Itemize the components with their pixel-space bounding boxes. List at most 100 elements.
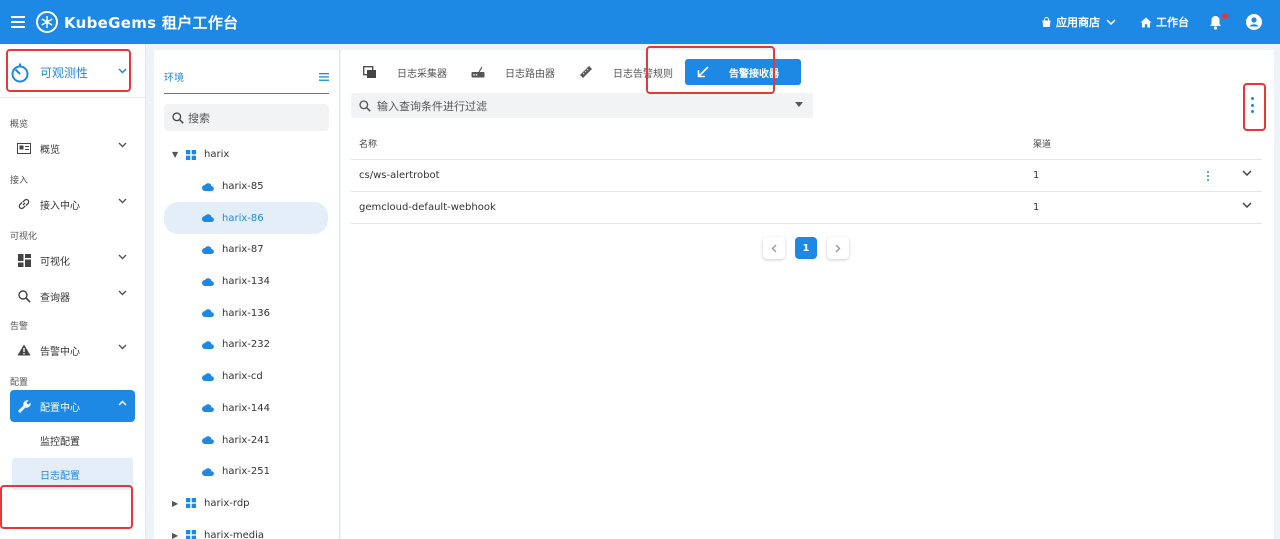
sidebar-item-overview[interactable]: 概览 xyxy=(0,132,145,164)
sidebar-item-label: 可视化 xyxy=(40,256,70,268)
chevron-down-icon xyxy=(118,142,127,148)
chevron-down-icon xyxy=(118,254,127,260)
cloud-icon xyxy=(202,246,214,254)
next-page-button[interactable] xyxy=(827,237,849,259)
tab-log-router[interactable]: 日志路由器 xyxy=(459,59,567,85)
caret-down-icon[interactable]: ▼ xyxy=(172,150,186,159)
env-search-input[interactable]: 搜索 xyxy=(164,104,329,131)
wrench-icon xyxy=(16,399,32,414)
tab-log-collector[interactable]: 日志采集器 xyxy=(351,59,459,85)
caret-down-icon xyxy=(795,102,803,107)
tree-item[interactable]: harix-251 xyxy=(164,456,328,488)
account-icon[interactable] xyxy=(1246,14,1266,30)
link-icon xyxy=(16,197,32,211)
cloud-icon xyxy=(202,372,214,381)
filter-placeholder: 输入查询条件进行过滤 xyxy=(377,99,487,113)
tree-item[interactable]: ▼ harix xyxy=(164,139,328,171)
cloud-icon xyxy=(202,277,214,286)
row-more-options-icon[interactable] xyxy=(1207,171,1211,181)
tab-label: 日志告警规则 xyxy=(613,68,673,80)
list-icon[interactable] xyxy=(319,72,329,81)
module-selector[interactable]: 可观测性 xyxy=(0,48,145,98)
tree-item[interactable]: harix-86 xyxy=(164,202,328,235)
table-header: 名称 渠道 xyxy=(351,128,1262,160)
group-label-visual: 可视化 xyxy=(10,232,38,242)
group-label-config: 配置 xyxy=(10,378,29,388)
tree-item[interactable]: harix-134 xyxy=(164,266,328,298)
sidebar-item-label: 查询器 xyxy=(40,292,70,304)
tree-item[interactable]: harix-232 xyxy=(164,329,328,361)
cell-channels: 1 xyxy=(1033,170,1040,181)
bell-icon[interactable] xyxy=(1209,12,1228,30)
sidebar-item-label: 概览 xyxy=(40,144,60,156)
env-tree: ▼ harix harix-85 harix-86 harix-87 harix-134 h… xyxy=(154,139,339,539)
column-header-channels: 渠道 xyxy=(1033,140,1052,150)
home-icon xyxy=(1140,17,1152,27)
cloud-icon xyxy=(202,404,214,413)
filter-input[interactable]: 输入查询条件进行过滤 xyxy=(351,93,813,118)
group-label-alert: 告警 xyxy=(10,322,29,332)
sidebar-item-alert-center[interactable]: 告警中心 xyxy=(0,334,145,366)
tree-item-label: harix-232 xyxy=(222,339,270,351)
expand-chevron-icon[interactable] xyxy=(1242,202,1252,208)
column-header-name: 名称 xyxy=(359,140,378,150)
caret-right-icon[interactable]: ▶ xyxy=(172,531,186,539)
chevron-up-icon xyxy=(118,400,127,406)
sidebar-item-monitor-config[interactable]: 监控配置 xyxy=(0,424,145,456)
cloud-icon xyxy=(202,182,214,191)
receivers-table: 名称 渠道 cs/ws-alertrobot 1 gemcloud-default-… xyxy=(351,128,1262,224)
grid-icon xyxy=(16,253,32,267)
sidebar-item-config-center[interactable]: 配置中心 xyxy=(10,390,135,422)
tree-item[interactable]: ▶ harix-rdp xyxy=(164,488,328,520)
workspace-link[interactable]: 工作台 xyxy=(1140,14,1189,30)
kubegems-logo-icon xyxy=(36,11,58,33)
cell-channels: 1 xyxy=(1033,202,1040,213)
prev-page-button[interactable] xyxy=(763,237,785,259)
chevron-down-icon xyxy=(1106,19,1116,25)
cloud-icon xyxy=(202,436,214,445)
app-store-label: 应用商店 xyxy=(1056,16,1100,29)
expand-chevron-icon[interactable] xyxy=(1242,170,1252,176)
tab-alert-receiver[interactable]: 告警接收器 xyxy=(685,59,801,85)
env-header: 环境 xyxy=(164,50,329,94)
env-title: 环境 xyxy=(164,73,184,84)
tree-item[interactable]: ▶ harix-media xyxy=(164,519,328,539)
brand-title: KubeGems 租户工作台 xyxy=(64,13,239,32)
namespace-grid-icon xyxy=(186,530,196,539)
chevron-left-icon xyxy=(771,244,777,252)
more-options-icon[interactable] xyxy=(1247,97,1257,113)
tree-item[interactable]: harix-85 xyxy=(164,171,328,203)
sidebar-item-visualization[interactable]: 可视化 xyxy=(0,244,145,276)
tree-item[interactable]: harix-cd xyxy=(164,361,328,393)
menu-icon[interactable] xyxy=(0,0,36,44)
search-icon xyxy=(16,289,32,303)
workspace-label: 工作台 xyxy=(1156,16,1189,29)
tab-label: 告警接收器 xyxy=(729,68,779,80)
tab-log-alert-rules[interactable]: 日志告警规则 xyxy=(567,59,685,85)
page-button-current[interactable]: 1 xyxy=(795,237,817,259)
sidebar-item-query[interactable]: 查询器 xyxy=(0,280,145,312)
tree-item-label: harix-251 xyxy=(222,466,270,478)
dashboard-icon xyxy=(16,142,32,154)
tree-item[interactable]: harix-241 xyxy=(164,424,328,456)
tree-item-label: harix-241 xyxy=(222,434,270,446)
cell-name: gemcloud-default-webhook xyxy=(359,202,496,213)
tree-item[interactable]: harix-136 xyxy=(164,297,328,329)
pagination: 1 xyxy=(763,237,859,259)
table-row[interactable]: cs/ws-alertrobot 1 xyxy=(351,160,1262,192)
sidebar-item-access-center[interactable]: 接入中心 xyxy=(0,188,145,220)
warning-icon xyxy=(16,344,32,356)
tree-item[interactable]: harix-87 xyxy=(164,234,328,266)
namespace-grid-icon xyxy=(186,149,196,160)
tree-item[interactable]: harix-144 xyxy=(164,393,328,425)
cloud-icon xyxy=(202,341,214,349)
search-icon xyxy=(172,111,184,124)
table-row[interactable]: gemcloud-default-webhook 1 xyxy=(351,192,1262,224)
search-placeholder: 搜索 xyxy=(188,111,210,125)
tree-item-label: harix-134 xyxy=(222,276,270,288)
caret-right-icon[interactable]: ▶ xyxy=(172,499,186,508)
chevron-down-icon xyxy=(118,68,127,74)
app-store-menu[interactable]: 应用商店 xyxy=(1041,14,1120,30)
sidebar-item-log-config[interactable]: 日志配置 xyxy=(12,458,133,490)
sidebar-item-label: 告警中心 xyxy=(40,346,80,358)
